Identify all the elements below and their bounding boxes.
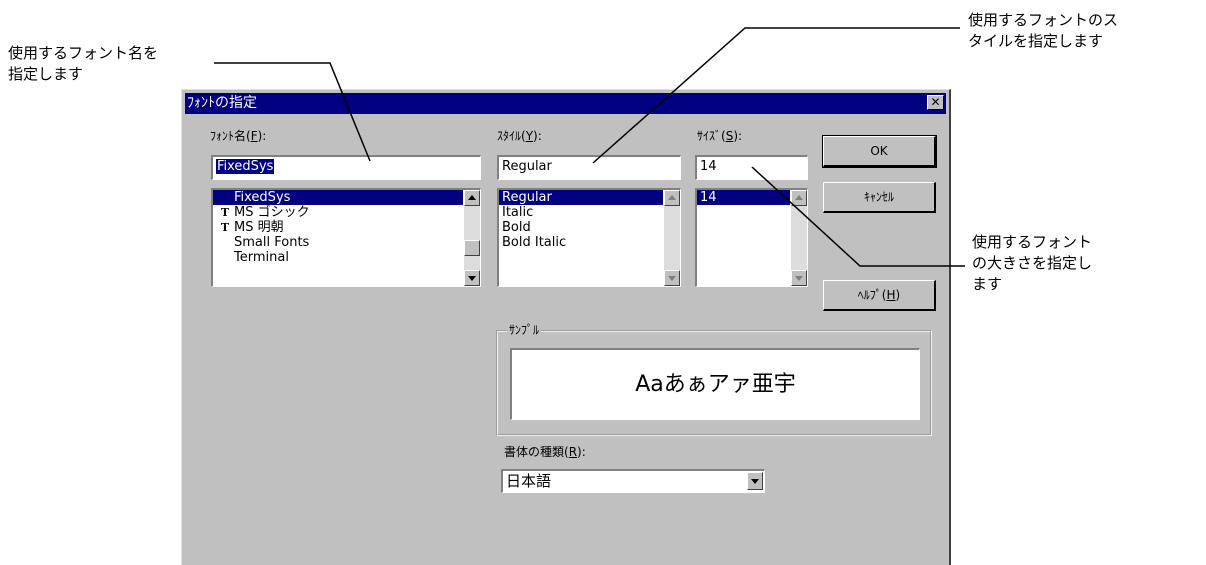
size-list-item[interactable]: 14 bbox=[697, 190, 790, 205]
size-value: 14 bbox=[700, 159, 717, 174]
chevron-down-icon bbox=[751, 479, 759, 484]
style-scroll-down-button[interactable] bbox=[664, 270, 680, 286]
arrow-down-icon bbox=[795, 276, 803, 281]
size-list[interactable]: 14 bbox=[695, 188, 808, 287]
cancel-button[interactable]: ｷｬﾝｾﾙ bbox=[823, 182, 936, 213]
close-button[interactable]: ✕ bbox=[927, 95, 944, 110]
font-name-value: FixedSys bbox=[216, 159, 275, 174]
script-label: 書体の種類(R): bbox=[504, 445, 586, 459]
callout-style-line2: タイルを指定します bbox=[968, 32, 1104, 50]
style-label: ｽﾀｲﾙ(Y): bbox=[497, 129, 542, 143]
sample-text: Aaあぁアァ亜宇 bbox=[635, 372, 796, 397]
script-dropdown-button[interactable] bbox=[747, 472, 763, 490]
callout-style-line1: 使用するフォントのス bbox=[968, 11, 1119, 29]
style-value: Regular bbox=[502, 159, 552, 174]
sample-group-label: ｻﾝﾌﾟﾙ bbox=[507, 323, 542, 337]
ok-button[interactable]: OK bbox=[822, 135, 937, 168]
font-list-item-label: MS 明朝 bbox=[234, 220, 284, 235]
font-items: FixedSys T MS ゴシック T MS 明朝 Small Fonts Termina… bbox=[213, 190, 463, 265]
size-input[interactable]: 14 bbox=[695, 155, 808, 180]
callout-font-name-line1: 使用するフォント名を bbox=[8, 44, 159, 62]
dialog-title: ﾌｫﾝﾄの指定 bbox=[187, 95, 257, 111]
font-scroll-up-button[interactable] bbox=[464, 190, 480, 206]
truetype-icon: T bbox=[220, 206, 230, 219]
arrow-up-icon bbox=[668, 195, 676, 200]
callout-font-name: 使用するフォント名を 指定します bbox=[8, 43, 158, 85]
font-list-item-label: Terminal bbox=[234, 250, 289, 265]
font-list-item-label: FixedSys bbox=[234, 190, 291, 205]
arrow-up-icon bbox=[795, 195, 803, 200]
style-list[interactable]: Regular Italic Bold Bold Italic bbox=[497, 188, 681, 287]
style-scroll-up-button[interactable] bbox=[664, 190, 680, 206]
font-name-label: ﾌｫﾝﾄ名(F): bbox=[210, 129, 267, 143]
close-icon: ✕ bbox=[930, 95, 941, 109]
arrow-down-icon bbox=[668, 276, 676, 281]
help-button-label: ﾍﾙﾌﾟ(H) bbox=[857, 288, 901, 302]
font-name-list[interactable]: FixedSys T MS ゴシック T MS 明朝 Small Fonts Termina… bbox=[211, 188, 481, 287]
callout-size-line2: の大きさを指定し bbox=[972, 254, 1093, 272]
font-dialog: ﾌｫﾝﾄの指定 ✕ ﾌｫﾝﾄ名(F): FixedSys FixedSys T MS… bbox=[181, 89, 951, 565]
arrow-down-icon bbox=[468, 276, 476, 281]
style-list-item[interactable]: Bold Italic bbox=[499, 235, 663, 250]
style-items: Regular Italic Bold Bold Italic bbox=[499, 190, 663, 250]
style-list-item[interactable]: Italic bbox=[499, 205, 663, 220]
callout-style: 使用するフォントのス タイルを指定します bbox=[968, 10, 1118, 52]
script-value: 日本語 bbox=[506, 472, 552, 490]
callout-size: 使用するフォント の大きさを指定し ます bbox=[972, 232, 1092, 295]
callout-size-line3: ます bbox=[972, 275, 1003, 293]
help-button[interactable]: ﾍﾙﾌﾟ(H) bbox=[823, 280, 936, 311]
font-list-item[interactable]: Terminal bbox=[213, 250, 463, 265]
cancel-button-label: ｷｬﾝｾﾙ bbox=[863, 190, 894, 204]
size-items: 14 bbox=[697, 190, 790, 205]
font-list-item[interactable]: T MS 明朝 bbox=[213, 220, 463, 235]
script-select[interactable]: 日本語 bbox=[501, 469, 765, 493]
font-scroll-down-button[interactable] bbox=[464, 270, 480, 286]
size-label: ｻｲｽﾞ(S): bbox=[697, 129, 743, 143]
size-scroll-up-button[interactable] bbox=[791, 190, 807, 206]
font-list-item-label: Small Fonts bbox=[234, 235, 310, 250]
title-bar[interactable]: ﾌｫﾝﾄの指定 ✕ bbox=[185, 93, 946, 114]
font-list-item[interactable]: FixedSys bbox=[213, 190, 463, 205]
font-list-item[interactable]: Small Fonts bbox=[213, 235, 463, 250]
size-scroll-down-button[interactable] bbox=[791, 270, 807, 286]
style-list-item[interactable]: Bold bbox=[499, 220, 663, 235]
style-list-scrollbar[interactable] bbox=[664, 190, 680, 286]
truetype-icon: T bbox=[220, 221, 230, 234]
style-input[interactable]: Regular bbox=[497, 155, 681, 180]
font-name-input[interactable]: FixedSys bbox=[211, 155, 481, 180]
callout-font-name-line2: 指定します bbox=[8, 65, 84, 83]
font-list-item-label: MS ゴシック bbox=[234, 205, 310, 220]
style-list-item[interactable]: Regular bbox=[499, 190, 663, 205]
size-list-scrollbar[interactable] bbox=[791, 190, 807, 286]
sample-preview: Aaあぁアァ亜宇 bbox=[510, 348, 920, 420]
arrow-up-icon bbox=[468, 195, 476, 200]
ok-button-label: OK bbox=[870, 144, 888, 158]
font-list-item[interactable]: T MS ゴシック bbox=[213, 205, 463, 220]
font-scroll-thumb[interactable] bbox=[464, 240, 480, 256]
callout-size-line1: 使用するフォント bbox=[972, 233, 1093, 251]
font-list-scrollbar[interactable] bbox=[464, 190, 480, 286]
